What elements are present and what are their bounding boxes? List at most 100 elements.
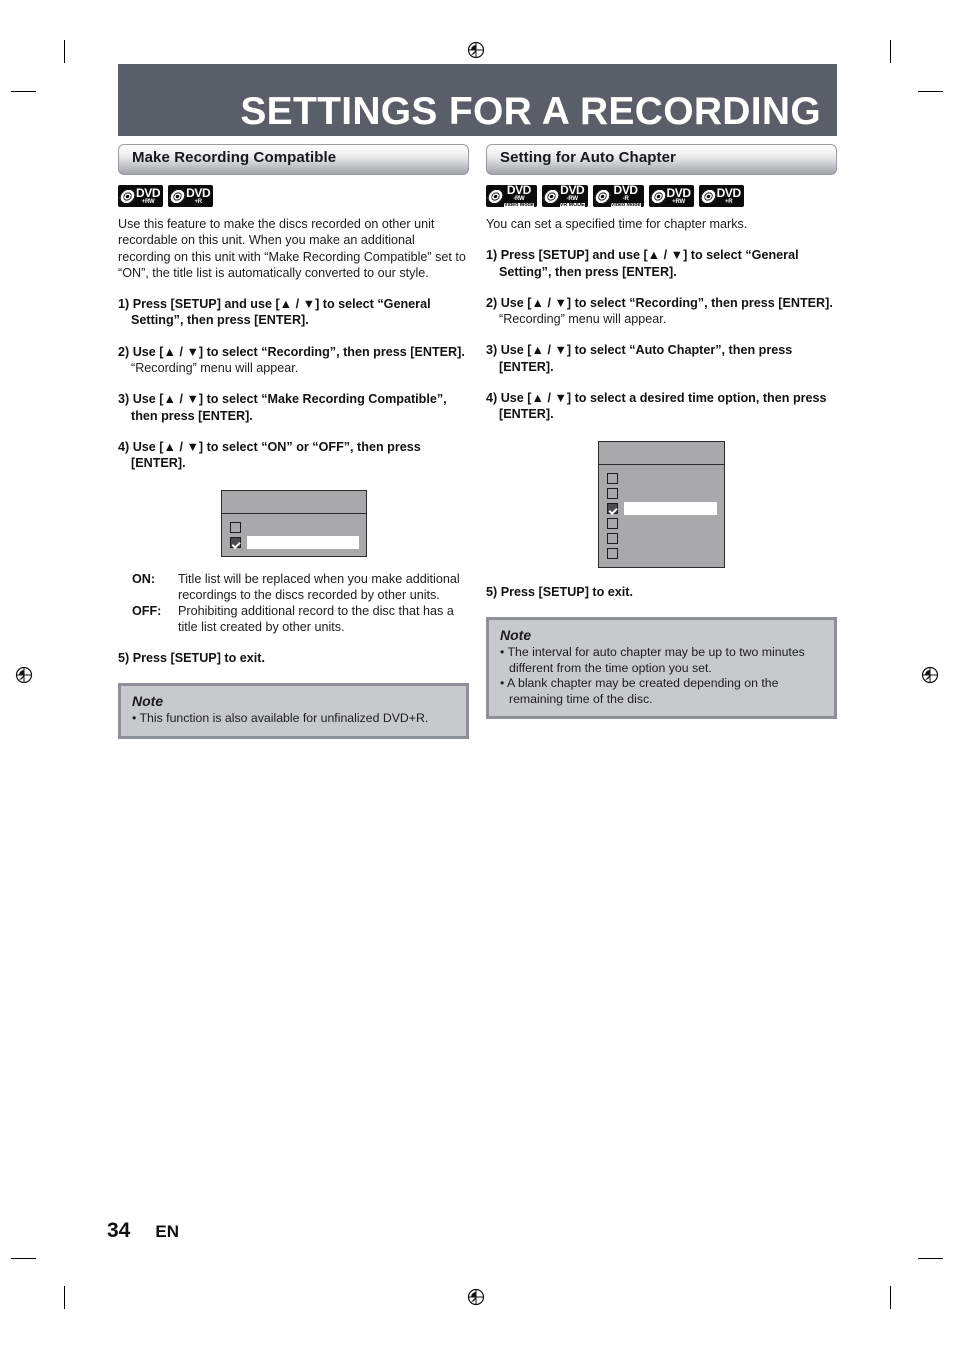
disc-logo-row-right: DVD -RW Video Mode DVD -RW VR MODE DVD -… bbox=[486, 182, 837, 209]
checkbox-unchecked-icon[interactable] bbox=[607, 517, 618, 529]
disc-icon bbox=[650, 187, 666, 205]
osd-option-row[interactable] bbox=[599, 486, 724, 501]
osd-option-list bbox=[222, 514, 366, 556]
osd-mockup-auto-chapter bbox=[598, 440, 725, 568]
crop-mark-top-left-horizontal bbox=[11, 91, 36, 92]
osd-option-row-selected[interactable] bbox=[599, 501, 724, 516]
step-5: 5) Press [SETUP] to exit. bbox=[118, 650, 265, 665]
dvd-logo-text: DVD -RW Video Mode bbox=[504, 184, 534, 209]
definition-term: OFF: bbox=[132, 604, 162, 619]
dvd-logo-text: DVD +R bbox=[716, 185, 742, 206]
crop-mark-bottom-right-vertical bbox=[890, 1286, 891, 1309]
osd-title-bar bbox=[221, 490, 366, 514]
checkbox-unchecked-icon[interactable] bbox=[229, 521, 241, 533]
page-title: SETTINGS FOR A RECORDING bbox=[240, 90, 821, 133]
dvd-logo-mode: Video Mode bbox=[504, 201, 534, 209]
checkbox-unchecked-icon[interactable] bbox=[607, 472, 618, 484]
dvd-plus-r-logo-icon: DVD +R bbox=[698, 185, 744, 207]
page-footer: 34 EN bbox=[107, 1219, 179, 1243]
dvd-logo-main: DVD bbox=[613, 182, 639, 197]
dvd-plus-rw-logo-icon: DVD +RW bbox=[648, 185, 694, 207]
step-3: 3) Use [▲ / ▼] to select “Make Recording… bbox=[118, 392, 447, 423]
registration-mark-left bbox=[15, 666, 33, 684]
checkbox-checked-icon[interactable] bbox=[607, 502, 618, 514]
crop-mark-top-left-vertical bbox=[64, 40, 65, 63]
step-4: 4) Use [▲ / ▼] to select “ON” or “OFF”, … bbox=[118, 439, 421, 471]
disc-logo-row-left: DVD +RW DVD +R bbox=[118, 185, 469, 207]
registration-mark-top bbox=[467, 41, 485, 59]
step-2-note: “Recording” menu will appear. bbox=[499, 312, 667, 327]
dvd-logo-text: DVD -RW VR MODE bbox=[559, 182, 585, 209]
step-2: 2) Use [▲ / ▼] to select “Recording”, th… bbox=[486, 295, 833, 310]
dvd-logo-main: DVD bbox=[666, 185, 692, 200]
note-title: Note bbox=[132, 693, 164, 710]
dvd-logo-sub: +R bbox=[194, 199, 202, 206]
dvd-logo-main: DVD bbox=[506, 182, 532, 197]
disc-icon bbox=[169, 187, 186, 205]
osd-option-list bbox=[599, 465, 724, 567]
checkbox-unchecked-icon[interactable] bbox=[607, 532, 618, 544]
osd-mockup-make-recording-compatible bbox=[220, 489, 367, 557]
checkbox-checked-icon[interactable] bbox=[229, 536, 241, 548]
dvd-plus-r-logo-icon: DVD +R bbox=[168, 185, 214, 207]
step-2: 2) Use [▲ / ▼] to select “Recording”, th… bbox=[118, 344, 465, 359]
osd-option-row[interactable] bbox=[599, 516, 724, 531]
dvd-logo-sub: +RW bbox=[672, 199, 685, 206]
step-4: 4) Use [▲ / ▼] to select a desired time … bbox=[486, 391, 827, 422]
manual-page: SETTINGS FOR A RECORDING Make Recording … bbox=[0, 0, 954, 1351]
dvd-logo-main: DVD bbox=[560, 182, 585, 197]
dvd-logo-sub: +RW bbox=[141, 199, 155, 206]
disc-icon bbox=[543, 187, 559, 205]
section-header-setting-for-auto-chapter: Setting for Auto Chapter bbox=[486, 144, 837, 175]
definition-on: ON: Title list will be replaced when you… bbox=[118, 571, 469, 604]
osd-highlight-bar bbox=[246, 535, 359, 549]
checkbox-unchecked-icon[interactable] bbox=[607, 547, 618, 559]
disc-icon bbox=[487, 187, 504, 205]
crop-mark-bottom-left-vertical bbox=[64, 1286, 65, 1309]
section-title: Make Recording Compatible bbox=[132, 149, 337, 166]
dvd-logo-main: DVD bbox=[716, 185, 742, 200]
note-box-left: Note • This function is also available f… bbox=[118, 683, 469, 739]
dvd-logo-text: DVD +RW bbox=[666, 185, 692, 206]
page-number: 34 bbox=[107, 1219, 131, 1242]
osd-highlight-bar bbox=[624, 501, 717, 515]
dvd-logo-main: DVD bbox=[186, 185, 211, 200]
checkbox-unchecked-icon[interactable] bbox=[607, 487, 618, 499]
registration-mark-bottom bbox=[467, 1288, 485, 1306]
step-1: 1) Press [SETUP] and use [▲ / ▼] to sele… bbox=[118, 297, 431, 328]
step-2-note: “Recording” menu will appear. bbox=[131, 361, 299, 376]
osd-option-row[interactable] bbox=[599, 531, 724, 546]
osd-option-row-selected[interactable] bbox=[222, 535, 366, 550]
on-off-definitions: ON: Title list will be replaced when you… bbox=[118, 571, 469, 636]
dvd-logo-mode: Video Mode bbox=[610, 201, 641, 209]
dvd-logo-main: DVD bbox=[136, 185, 161, 200]
definition-description: Prohibiting additional record to the dis… bbox=[178, 604, 454, 635]
dvd-logo-text: DVD +RW bbox=[136, 185, 161, 206]
intro-paragraph: Use this feature to make the discs recor… bbox=[118, 217, 466, 280]
right-column: Setting for Auto Chapter DVD -RW Video M… bbox=[486, 144, 837, 720]
note-box-right: Note • The interval for auto chapter may… bbox=[486, 616, 837, 720]
note-item: • This function is also available for un… bbox=[132, 711, 429, 726]
step-5: 5) Press [SETUP] to exit. bbox=[486, 584, 633, 599]
crop-mark-top-right-vertical bbox=[890, 40, 891, 63]
intro-paragraph: You can set a specified time for chapter… bbox=[486, 217, 748, 231]
dvd-logo-mode: VR MODE bbox=[559, 201, 585, 209]
dvd-minus-rw-video-mode-logo-icon: DVD -RW Video Mode bbox=[486, 184, 537, 209]
step-3: 3) Use [▲ / ▼] to select “Auto Chapter”,… bbox=[486, 343, 793, 374]
dvd-minus-r-video-mode-logo-icon: DVD -R Video Mode bbox=[592, 182, 644, 209]
osd-title-bar bbox=[599, 441, 724, 465]
dvd-logo-text: DVD +R bbox=[186, 185, 211, 206]
crop-mark-top-right-horizontal bbox=[918, 91, 943, 92]
osd-option-row[interactable] bbox=[222, 520, 366, 535]
section-header-make-recording-compatible: Make Recording Compatible bbox=[118, 144, 469, 175]
dvd-minus-rw-vr-mode-logo-icon: DVD -RW VR MODE bbox=[541, 182, 588, 209]
osd-option-row[interactable] bbox=[599, 471, 724, 486]
osd-mockup-wrapper-right bbox=[486, 440, 837, 568]
disc-icon bbox=[119, 187, 136, 205]
disc-icon bbox=[700, 187, 716, 205]
left-column: Make Recording Compatible DVD +RW DVD +R… bbox=[118, 144, 469, 739]
note-title: Note bbox=[500, 626, 532, 643]
crop-mark-bottom-left-horizontal bbox=[11, 1258, 36, 1259]
osd-option-row[interactable] bbox=[599, 546, 724, 561]
disc-icon bbox=[594, 187, 610, 205]
